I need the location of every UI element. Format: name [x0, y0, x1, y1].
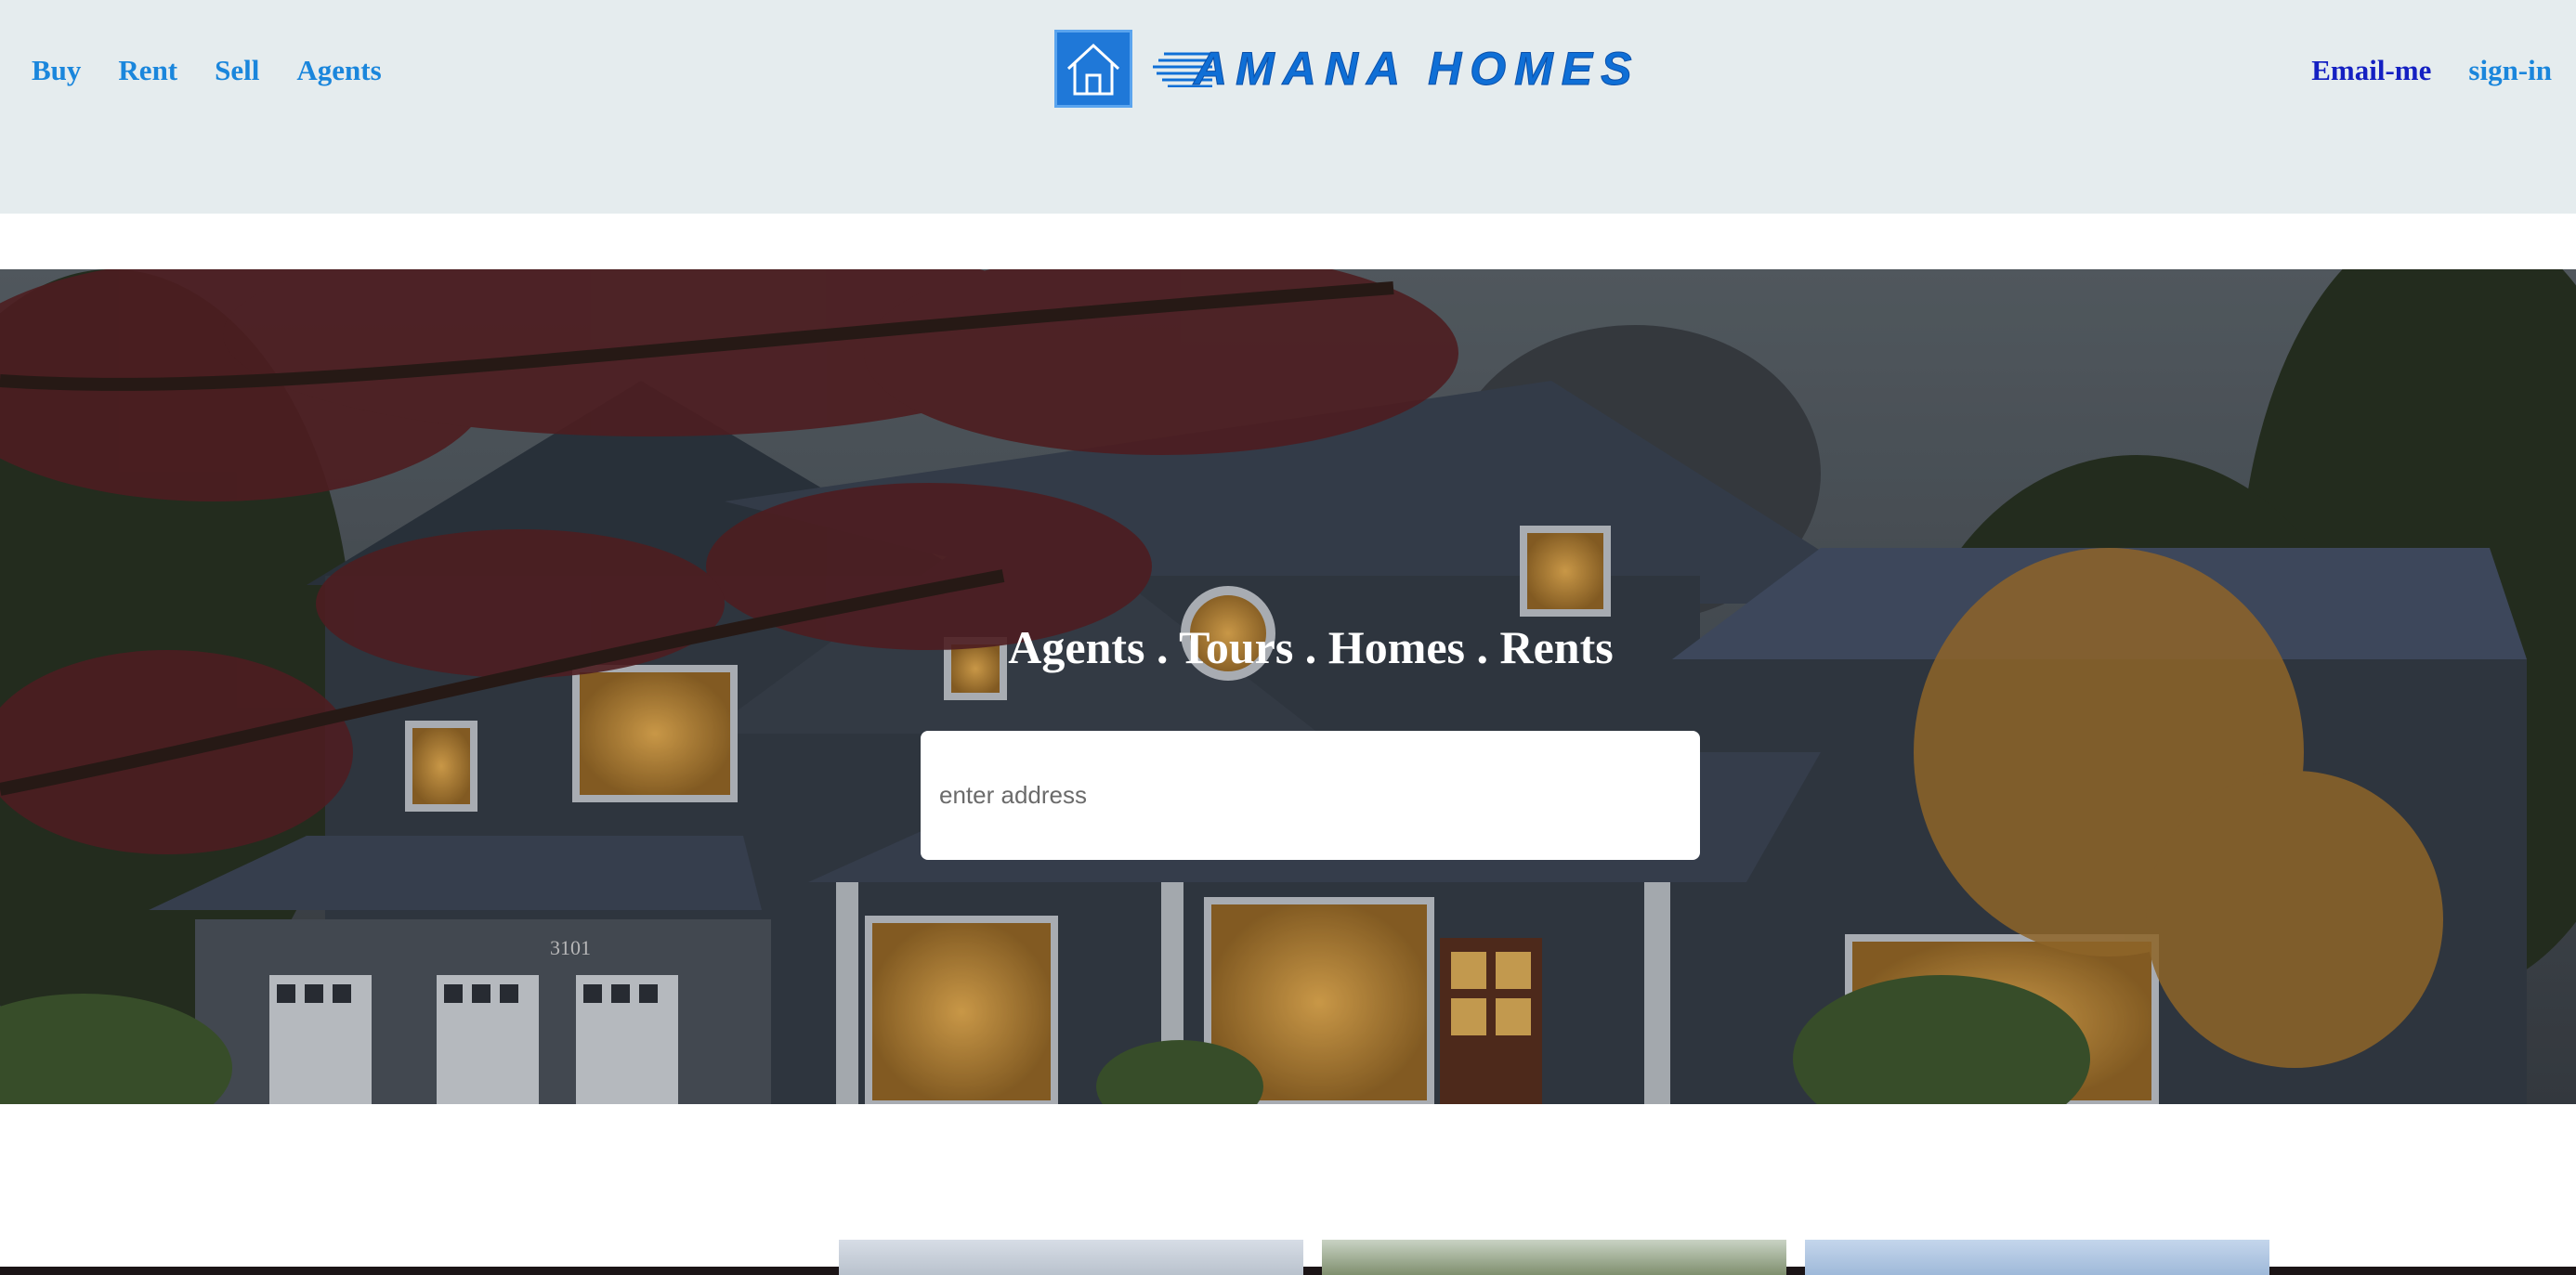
email-me-link[interactable]: Email-me: [2311, 54, 2431, 87]
primary-nav: Buy Rent Sell Agents: [32, 54, 382, 87]
logo-wordmark: AMANA HOMES: [1147, 30, 1640, 108]
nav-rent-link[interactable]: Rent: [118, 54, 177, 87]
listing-card-thumbnail[interactable]: [1322, 1240, 1786, 1275]
nav-buy-link[interactable]: Buy: [32, 54, 81, 87]
nav-agents-link[interactable]: Agents: [296, 54, 381, 87]
hero-tagline: Agents . Tours . Homes . Rents: [1008, 621, 1614, 673]
house-icon: [1054, 30, 1132, 108]
sign-in-link[interactable]: sign-in: [2468, 54, 2552, 87]
hero-overlay: [0, 269, 2576, 1104]
listing-card-thumbnail[interactable]: [1805, 1240, 2269, 1275]
address-search-input[interactable]: [921, 731, 1700, 860]
logo-text: AMANA HOMES: [1193, 43, 1641, 96]
listing-card-thumbnail[interactable]: [839, 1240, 1303, 1275]
hero-section: 3101 Agents . Tours . Homes . Rents ente…: [0, 269, 2576, 1104]
site-header: Buy Rent Sell Agents AMANA HOMES Email-m…: [0, 0, 2576, 214]
account-nav: Email-me sign-in: [2311, 54, 2552, 87]
site-logo[interactable]: AMANA HOMES: [1054, 30, 1640, 108]
nav-sell-link[interactable]: Sell: [215, 54, 259, 87]
